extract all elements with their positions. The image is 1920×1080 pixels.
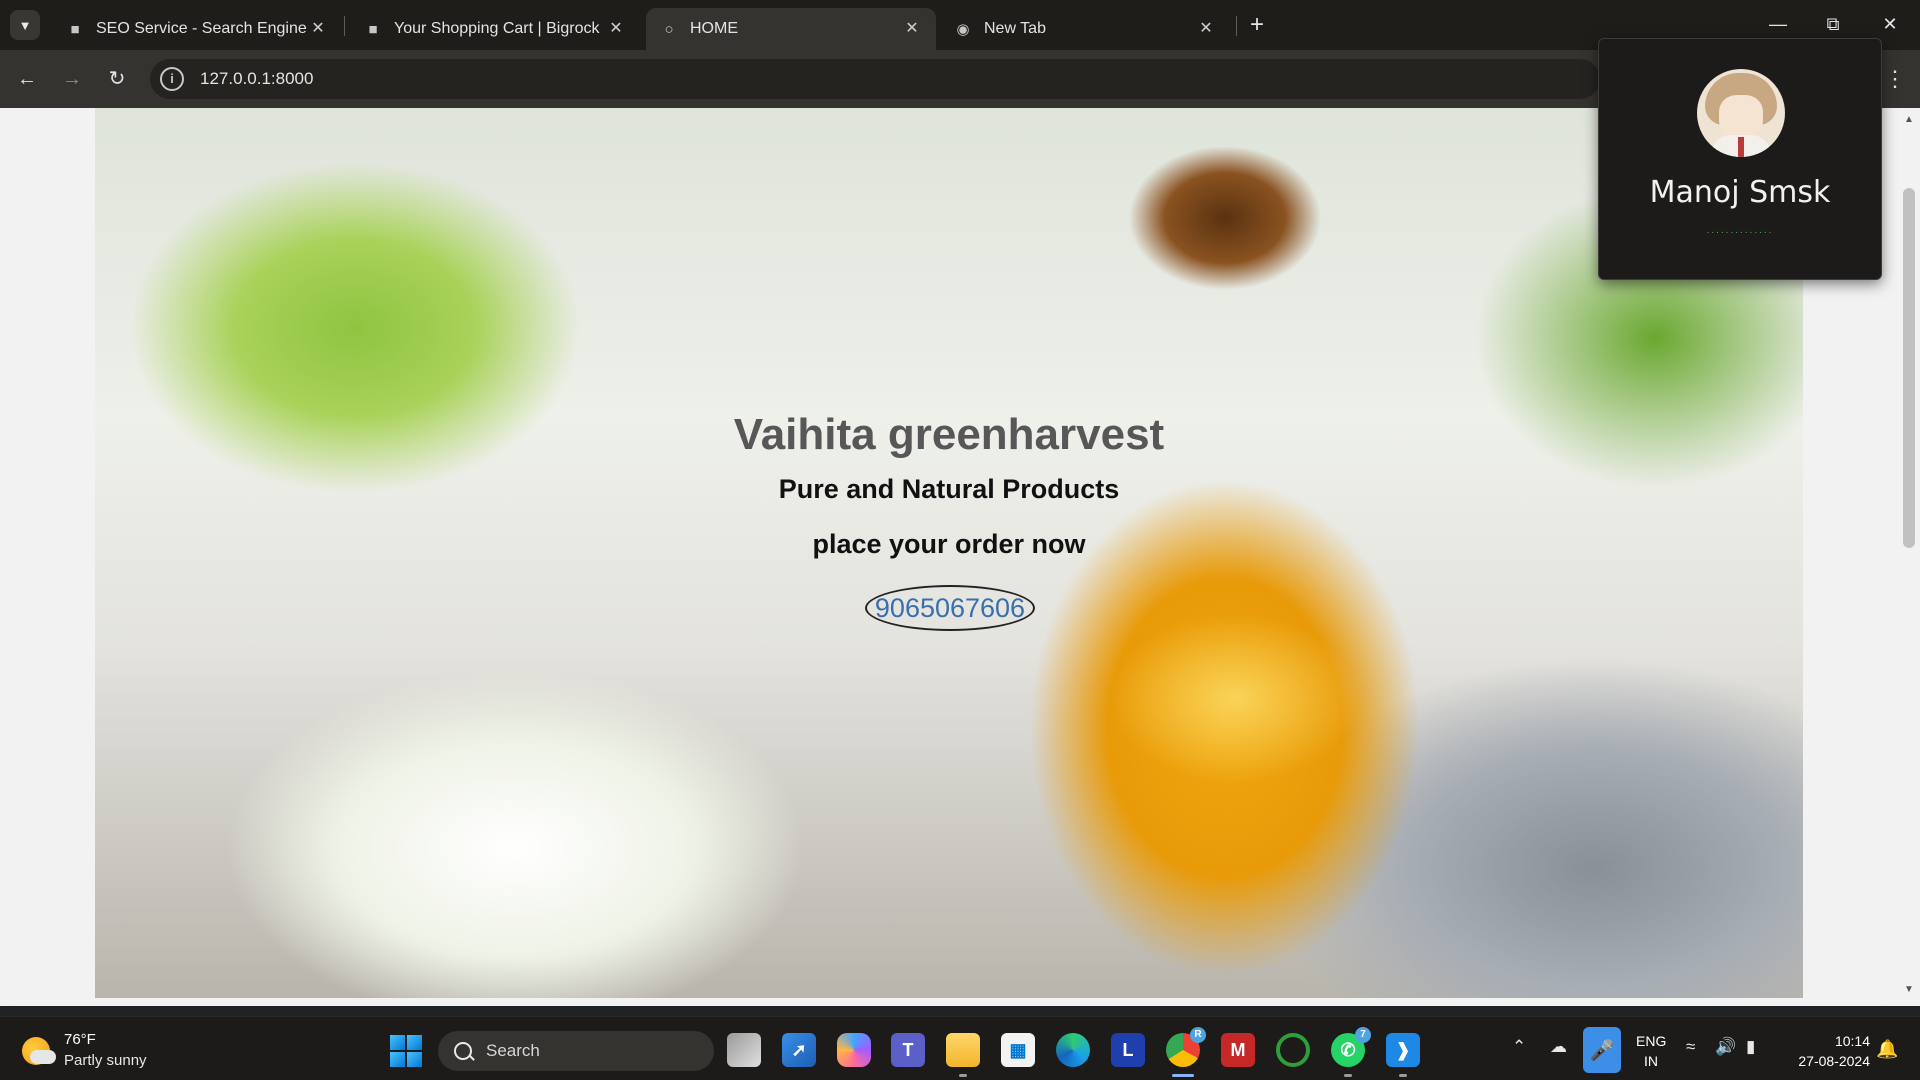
language-indicator[interactable]: ENG IN bbox=[1636, 1031, 1666, 1071]
close-icon[interactable]: ✕ bbox=[1196, 19, 1216, 39]
vscode-icon[interactable]: ❱ bbox=[1386, 1033, 1420, 1077]
tab-divider bbox=[344, 16, 345, 36]
app-icon[interactable]: ➚ bbox=[782, 1033, 816, 1067]
forward-button[interactable]: → bbox=[57, 64, 87, 94]
tab-divider bbox=[1236, 16, 1237, 36]
l-app-icon[interactable]: L bbox=[1111, 1033, 1145, 1067]
teams-icon[interactable]: T bbox=[891, 1033, 925, 1067]
onedrive-icon[interactable]: ☁ bbox=[1550, 1037, 1567, 1057]
microsoft-store-icon[interactable]: ▦ bbox=[1001, 1033, 1035, 1067]
avatar bbox=[1697, 69, 1785, 157]
vertical-scrollbar[interactable]: ▲ ▼ bbox=[1898, 108, 1920, 1006]
tab-home[interactable]: ○ HOME ✕ bbox=[646, 8, 936, 50]
tab-title: HOME bbox=[690, 20, 738, 37]
wifi-icon[interactable]: ≈ bbox=[1686, 1037, 1695, 1057]
weather-temperature: 76°F bbox=[64, 1031, 96, 1048]
brand-title: Vaihita greenharvest bbox=[733, 410, 1165, 459]
tagline: Pure and Natural Products bbox=[778, 474, 1120, 504]
scroll-down-icon[interactable]: ▼ bbox=[1902, 984, 1916, 995]
tab-title: New Tab bbox=[984, 20, 1046, 37]
system-clock[interactable]: 10:14 27-08-2024 bbox=[1780, 1031, 1870, 1071]
reload-button[interactable]: ↻ bbox=[102, 64, 132, 94]
edge-icon[interactable] bbox=[1056, 1033, 1090, 1067]
globe-icon: ○ bbox=[664, 20, 674, 38]
whatsapp-unread-badge: 7 bbox=[1355, 1027, 1371, 1043]
profile-status-dots: .............. bbox=[1706, 225, 1774, 236]
new-tab-button[interactable]: + bbox=[1243, 12, 1271, 40]
search-label: Search bbox=[486, 1041, 540, 1060]
tab-title: Your Shopping Cart | Bigrock bbox=[394, 20, 600, 37]
notification-bell-icon[interactable]: 🔔 bbox=[1876, 1039, 1898, 1060]
bigrock-icon: ■ bbox=[368, 20, 378, 38]
chrome-icon: ◉ bbox=[956, 21, 970, 38]
file-explorer-icon[interactable] bbox=[946, 1033, 980, 1077]
clock-time: 10:14 bbox=[1834, 1033, 1870, 1049]
scroll-right-icon[interactable]: ▶ bbox=[1882, 1004, 1890, 1006]
tab-title: SEO Service - Search Engine Op bbox=[96, 20, 308, 37]
copilot-icon[interactable] bbox=[837, 1033, 871, 1067]
microphone-icon[interactable]: 🎤 bbox=[1583, 1027, 1621, 1073]
language-code: ENG bbox=[1636, 1033, 1667, 1049]
start-button[interactable] bbox=[390, 1035, 422, 1067]
taskbar-search[interactable]: Search bbox=[438, 1031, 714, 1071]
chevron-down-icon: ▼ bbox=[18, 17, 32, 33]
region-code: IN bbox=[1644, 1053, 1658, 1069]
site-info-icon[interactable]: i bbox=[160, 67, 184, 91]
tab-shopping-cart[interactable]: ■ Your Shopping Cart | Bigrock ✕ bbox=[350, 8, 640, 50]
clock-date: 27-08-2024 bbox=[1798, 1053, 1870, 1069]
hero-banner: Vaihita greenharvest Pure and Natural Pr… bbox=[95, 108, 1803, 998]
restore-button[interactable]: ⧉ bbox=[1813, 8, 1853, 40]
more-menu-icon[interactable]: ⋮ bbox=[1880, 64, 1910, 94]
chrome-profile-badge: R bbox=[1190, 1027, 1206, 1043]
order-cta-text: place your order now bbox=[812, 529, 1086, 559]
task-view-icon[interactable] bbox=[727, 1033, 761, 1067]
profile-name: Manoj Smsk bbox=[1649, 175, 1831, 210]
phone-number-link[interactable]: 9065067606 bbox=[865, 585, 1035, 631]
url-text[interactable]: 127.0.0.1:8000 bbox=[200, 69, 313, 89]
scroll-up-icon[interactable]: ▲ bbox=[1902, 114, 1916, 125]
weather-description: Partly sunny bbox=[64, 1052, 147, 1069]
battery-icon[interactable]: ▮ bbox=[1746, 1037, 1755, 1057]
profile-popup[interactable]: Manoj Smsk .............. bbox=[1598, 38, 1882, 280]
horizontal-scrollbar[interactable]: ◀ ▶ bbox=[0, 1002, 1898, 1006]
close-icon[interactable]: ✕ bbox=[308, 19, 328, 39]
sync-app-icon[interactable] bbox=[1276, 1033, 1310, 1067]
search-icon bbox=[454, 1042, 472, 1060]
mcafee-icon[interactable]: M bbox=[1221, 1033, 1255, 1067]
tab-seo-service[interactable]: ■ SEO Service - Search Engine Op ✕ bbox=[52, 8, 342, 50]
cloud-icon bbox=[30, 1050, 56, 1064]
taskbar: 76°F Partly sunny Search ➚ T ▦ L R M ✆ 7… bbox=[0, 1016, 1920, 1080]
back-button[interactable]: ← bbox=[12, 64, 42, 94]
bigrock-icon: ■ bbox=[70, 20, 80, 38]
close-icon[interactable]: ✕ bbox=[902, 19, 922, 39]
volume-icon[interactable]: 🔊 bbox=[1715, 1037, 1736, 1057]
close-icon[interactable]: ✕ bbox=[606, 19, 626, 39]
window-close-button[interactable]: ✕ bbox=[1870, 8, 1910, 40]
tab-search-button[interactable]: ▼ bbox=[10, 10, 40, 40]
chevron-up-icon[interactable]: ⌃ bbox=[1512, 1037, 1526, 1057]
tab-new-tab[interactable]: ◉ New Tab ✕ bbox=[940, 8, 1230, 50]
whatsapp-icon[interactable]: ✆ 7 bbox=[1331, 1027, 1371, 1077]
vertical-scroll-thumb[interactable] bbox=[1903, 188, 1915, 548]
scroll-left-icon[interactable]: ◀ bbox=[6, 1004, 14, 1006]
address-bar[interactable]: i 127.0.0.1:8000 bbox=[150, 59, 1600, 99]
chrome-icon[interactable]: R bbox=[1166, 1027, 1206, 1077]
minimize-button[interactable]: — bbox=[1758, 8, 1798, 40]
